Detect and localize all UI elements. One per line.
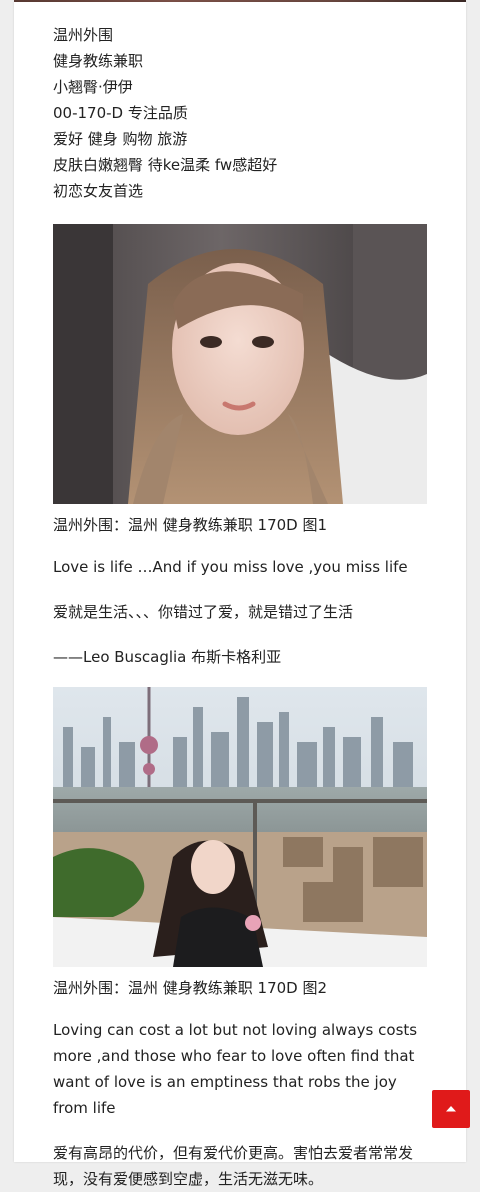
- quote-chinese: 爱就是生活、、、你错过了爱，就是错过了生活: [53, 603, 354, 621]
- intro-line: 初恋女友首选: [53, 182, 144, 200]
- intro-line: 温州外围: [53, 26, 114, 44]
- closing-chinese: 爱有高昂的代价，但有爱代价更高。害怕去爱者常常发现，没有爱便感到空虚，生活无滋无…: [53, 1144, 414, 1188]
- portrait-photo: [53, 224, 427, 504]
- portrait-photo-image: [53, 224, 427, 504]
- article-content: 温州外围 健身教练兼职 小翘臀·伊伊 00-170-D 专注品质 爱好 健身 购…: [53, 22, 427, 1192]
- quote-author: ——Leo Buscaglia 布斯卡格利亚: [53, 648, 282, 666]
- intro-line: 皮肤白嫩翘臀 待ke温柔 fw感超好: [53, 156, 278, 174]
- chevron-up-icon: [446, 1106, 456, 1112]
- intro-block: 温州外围 健身教练兼职 小翘臀·伊伊 00-170-D 专注品质 爱好 健身 购…: [53, 22, 427, 204]
- photo-caption: 温州外围：温州 健身教练兼职 170D 图2: [53, 979, 328, 997]
- quote-english: Love is life …And if you miss love ,you …: [53, 558, 408, 576]
- intro-line: 00-170-D 专注品质: [53, 104, 188, 122]
- article-card: 温州外围 健身教练兼职 小翘臀·伊伊 00-170-D 专注品质 爱好 健身 购…: [14, 2, 466, 1188]
- closing-english: Loving can cost a lot but not loving alw…: [53, 1021, 418, 1117]
- intro-line: 健身教练兼职: [53, 52, 144, 70]
- skyline-photo: [53, 687, 427, 967]
- scroll-to-top-button[interactable]: [432, 1090, 470, 1128]
- photo-caption: 温州外围：温州 健身教练兼职 170D 图1: [53, 516, 328, 534]
- intro-line: 小翘臀·伊伊: [53, 78, 133, 96]
- intro-line: 爱好 健身 购物 旅游: [53, 130, 188, 148]
- skyline-photo-image: [53, 687, 427, 967]
